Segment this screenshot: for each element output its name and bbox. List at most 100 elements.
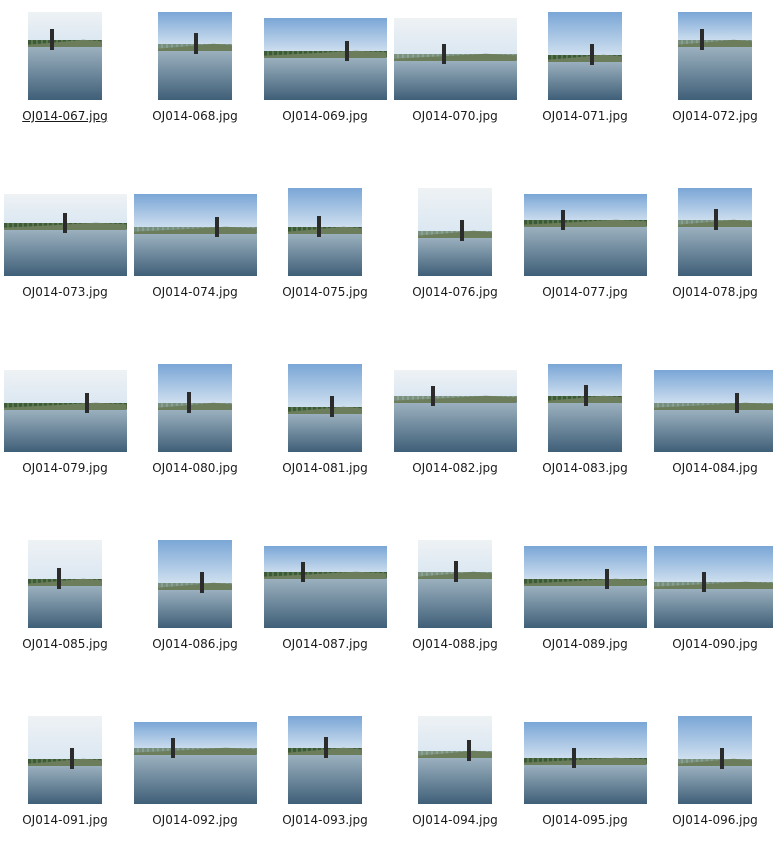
thumbnail-image[interactable]	[134, 722, 257, 804]
thumbnail-item[interactable]: OJ014-089.jpg	[520, 516, 650, 692]
thumbnail-item[interactable]: OJ014-087.jpg	[260, 516, 390, 692]
thumbnail-frame	[650, 340, 773, 452]
thumbnail-frame	[650, 164, 773, 276]
thumbnail-image[interactable]	[654, 546, 773, 628]
image-water	[134, 753, 257, 804]
thumbnail-item[interactable]: OJ014-080.jpg	[130, 340, 260, 516]
thumbnail-image[interactable]	[264, 546, 387, 628]
thumbnail-grid: OJ014-067.jpgOJ014-068.jpgOJ014-069.jpgO…	[0, 0, 773, 859]
thumbnail-item[interactable]: OJ014-095.jpg	[520, 692, 650, 868]
thumbnail-filename: OJ014-072.jpg	[650, 109, 773, 123]
thumbnail-frame	[650, 516, 773, 628]
thumbnail-item[interactable]: OJ014-088.jpg	[390, 516, 520, 692]
thumbnail-image[interactable]	[4, 194, 127, 276]
image-figure	[215, 217, 219, 237]
image-water	[678, 45, 752, 100]
thumbnail-item[interactable]: OJ014-085.jpg	[0, 516, 130, 692]
thumbnail-image[interactable]	[418, 540, 492, 628]
thumbnail-image[interactable]	[394, 370, 517, 452]
thumbnail-image[interactable]	[524, 194, 647, 276]
image-water	[28, 45, 102, 100]
image-water	[158, 408, 232, 452]
thumbnail-image[interactable]	[288, 188, 362, 276]
thumbnail-image[interactable]	[678, 188, 752, 276]
thumbnail-item[interactable]: OJ014-096.jpg	[650, 692, 773, 868]
thumbnail-item[interactable]: OJ014-068.jpg	[130, 0, 260, 164]
thumbnail-image[interactable]	[28, 716, 102, 804]
thumbnail-item[interactable]: OJ014-072.jpg	[650, 0, 773, 164]
image-sky	[678, 716, 752, 764]
thumbnail-image[interactable]	[394, 18, 517, 100]
thumbnail-filename: OJ014-073.jpg	[0, 285, 130, 299]
image-water	[524, 763, 647, 804]
thumbnail-image[interactable]	[158, 540, 232, 628]
thumbnail-item[interactable]: OJ014-067.jpg	[0, 0, 130, 164]
thumbnail-image[interactable]	[524, 546, 647, 628]
thumbnail-item[interactable]: OJ014-069.jpg	[260, 0, 390, 164]
thumbnail-frame	[0, 692, 130, 804]
thumbnail-item[interactable]: OJ014-077.jpg	[520, 164, 650, 340]
thumbnail-item[interactable]: OJ014-090.jpg	[650, 516, 773, 692]
thumbnail-image[interactable]	[158, 12, 232, 100]
thumbnail-item[interactable]: OJ014-070.jpg	[390, 0, 520, 164]
image-water	[418, 236, 492, 276]
thumbnail-frame	[130, 692, 260, 804]
thumbnail-item[interactable]: OJ014-071.jpg	[520, 0, 650, 164]
image-water	[4, 228, 127, 276]
thumbnail-item[interactable]: OJ014-075.jpg	[260, 164, 390, 340]
thumbnail-item[interactable]: OJ014-076.jpg	[390, 164, 520, 340]
thumbnail-frame	[390, 164, 520, 276]
thumbnail-filename: OJ014-088.jpg	[390, 637, 520, 651]
thumbnail-image[interactable]	[288, 716, 362, 804]
image-water	[418, 756, 492, 804]
thumbnail-filename: OJ014-081.jpg	[260, 461, 390, 475]
image-sky	[28, 540, 102, 584]
thumbnail-image[interactable]	[28, 540, 102, 628]
thumbnail-image[interactable]	[678, 12, 752, 100]
thumbnail-item[interactable]: OJ014-092.jpg	[130, 692, 260, 868]
image-figure	[63, 213, 67, 233]
thumbnail-item[interactable]: OJ014-086.jpg	[130, 516, 260, 692]
thumbnail-frame	[650, 692, 773, 804]
image-sky	[28, 716, 102, 764]
thumbnail-item[interactable]: OJ014-094.jpg	[390, 692, 520, 868]
thumbnail-image[interactable]	[418, 188, 492, 276]
thumbnail-item[interactable]: OJ014-081.jpg	[260, 340, 390, 516]
image-figure	[735, 393, 739, 413]
thumbnail-image[interactable]	[134, 194, 257, 276]
thumbnail-item[interactable]: OJ014-084.jpg	[650, 340, 773, 516]
image-figure	[605, 569, 609, 589]
thumbnail-image[interactable]	[418, 716, 492, 804]
thumbnail-item[interactable]: OJ014-082.jpg	[390, 340, 520, 516]
thumbnail-frame	[130, 516, 260, 628]
image-sky	[158, 364, 232, 408]
image-water	[524, 225, 647, 276]
thumbnail-image[interactable]	[288, 364, 362, 452]
thumbnail-frame	[260, 516, 390, 628]
thumbnail-frame	[0, 516, 130, 628]
thumbnail-image[interactable]	[4, 370, 127, 452]
thumbnail-image[interactable]	[158, 364, 232, 452]
thumbnail-image[interactable]	[678, 716, 752, 804]
image-figure	[57, 568, 61, 589]
thumbnail-item[interactable]: OJ014-091.jpg	[0, 692, 130, 868]
thumbnail-item[interactable]: OJ014-078.jpg	[650, 164, 773, 340]
thumbnail-image[interactable]	[28, 12, 102, 100]
image-water	[288, 232, 362, 276]
thumbnail-item[interactable]: OJ014-079.jpg	[0, 340, 130, 516]
thumbnail-image[interactable]	[524, 722, 647, 804]
thumbnail-item[interactable]: OJ014-074.jpg	[130, 164, 260, 340]
thumbnail-item[interactable]: OJ014-083.jpg	[520, 340, 650, 516]
thumbnail-item[interactable]: OJ014-093.jpg	[260, 692, 390, 868]
image-sky	[288, 188, 362, 232]
thumbnail-item[interactable]: OJ014-073.jpg	[0, 164, 130, 340]
thumbnail-image[interactable]	[548, 364, 622, 452]
image-figure	[442, 44, 446, 64]
thumbnail-filename: OJ014-071.jpg	[520, 109, 650, 123]
thumbnail-filename: OJ014-069.jpg	[260, 109, 390, 123]
thumbnail-image[interactable]	[548, 12, 622, 100]
image-water	[134, 232, 257, 276]
image-figure	[85, 393, 89, 413]
thumbnail-image[interactable]	[654, 370, 773, 452]
thumbnail-image[interactable]	[264, 18, 387, 100]
